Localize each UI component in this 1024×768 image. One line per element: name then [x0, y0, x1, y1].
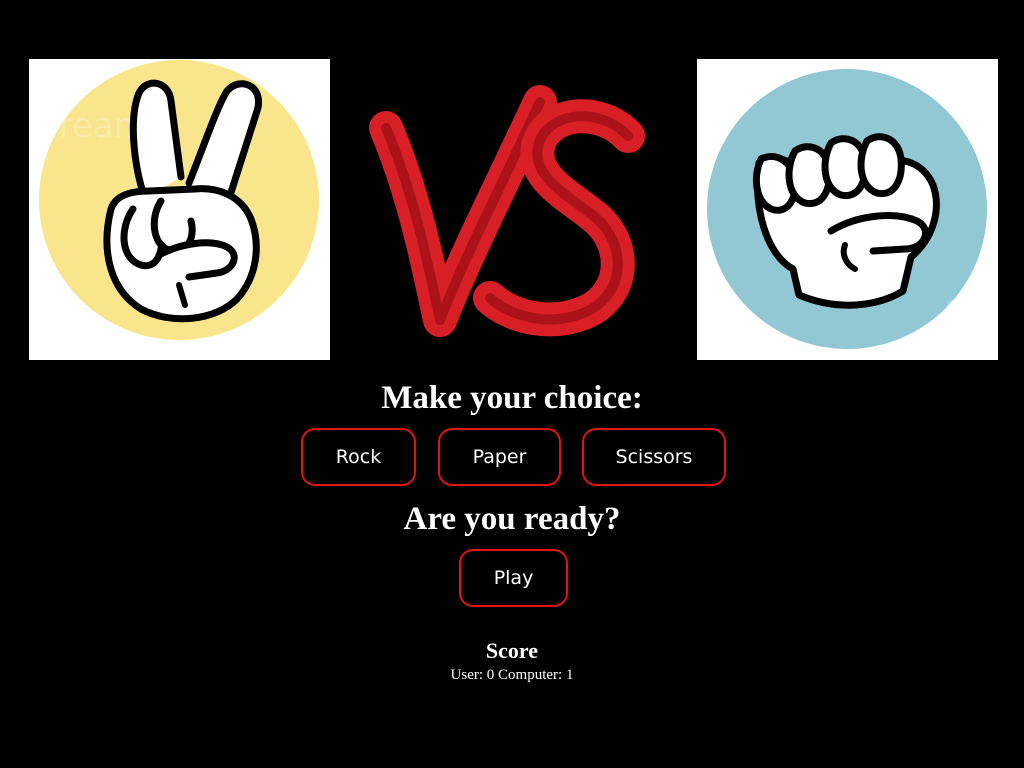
user-choice-panel: dreams: [29, 59, 330, 360]
play-button[interactable]: Play: [459, 549, 568, 607]
svg-text:d: d: [945, 290, 964, 325]
vs-graphic: [364, 84, 664, 344]
scissors-button[interactable]: Scissors: [582, 428, 726, 486]
vs-brush-icon: [369, 85, 645, 337]
game-stage: dreams d Make your choice: Rock Paper Sc…: [0, 0, 1024, 768]
score-title: Score: [485, 638, 539, 663]
ready-heading: Are you ready?: [403, 501, 621, 537]
rock-button[interactable]: Rock: [301, 428, 416, 486]
peace-hand-icon: dreams: [37, 60, 319, 340]
computer-choice-panel: d: [697, 59, 998, 360]
paper-button[interactable]: Paper: [438, 428, 561, 486]
choice-heading: Make your choice:: [381, 380, 643, 416]
score-summary: User: 0 Computer: 1: [450, 667, 574, 683]
fist-icon: d: [707, 69, 987, 349]
